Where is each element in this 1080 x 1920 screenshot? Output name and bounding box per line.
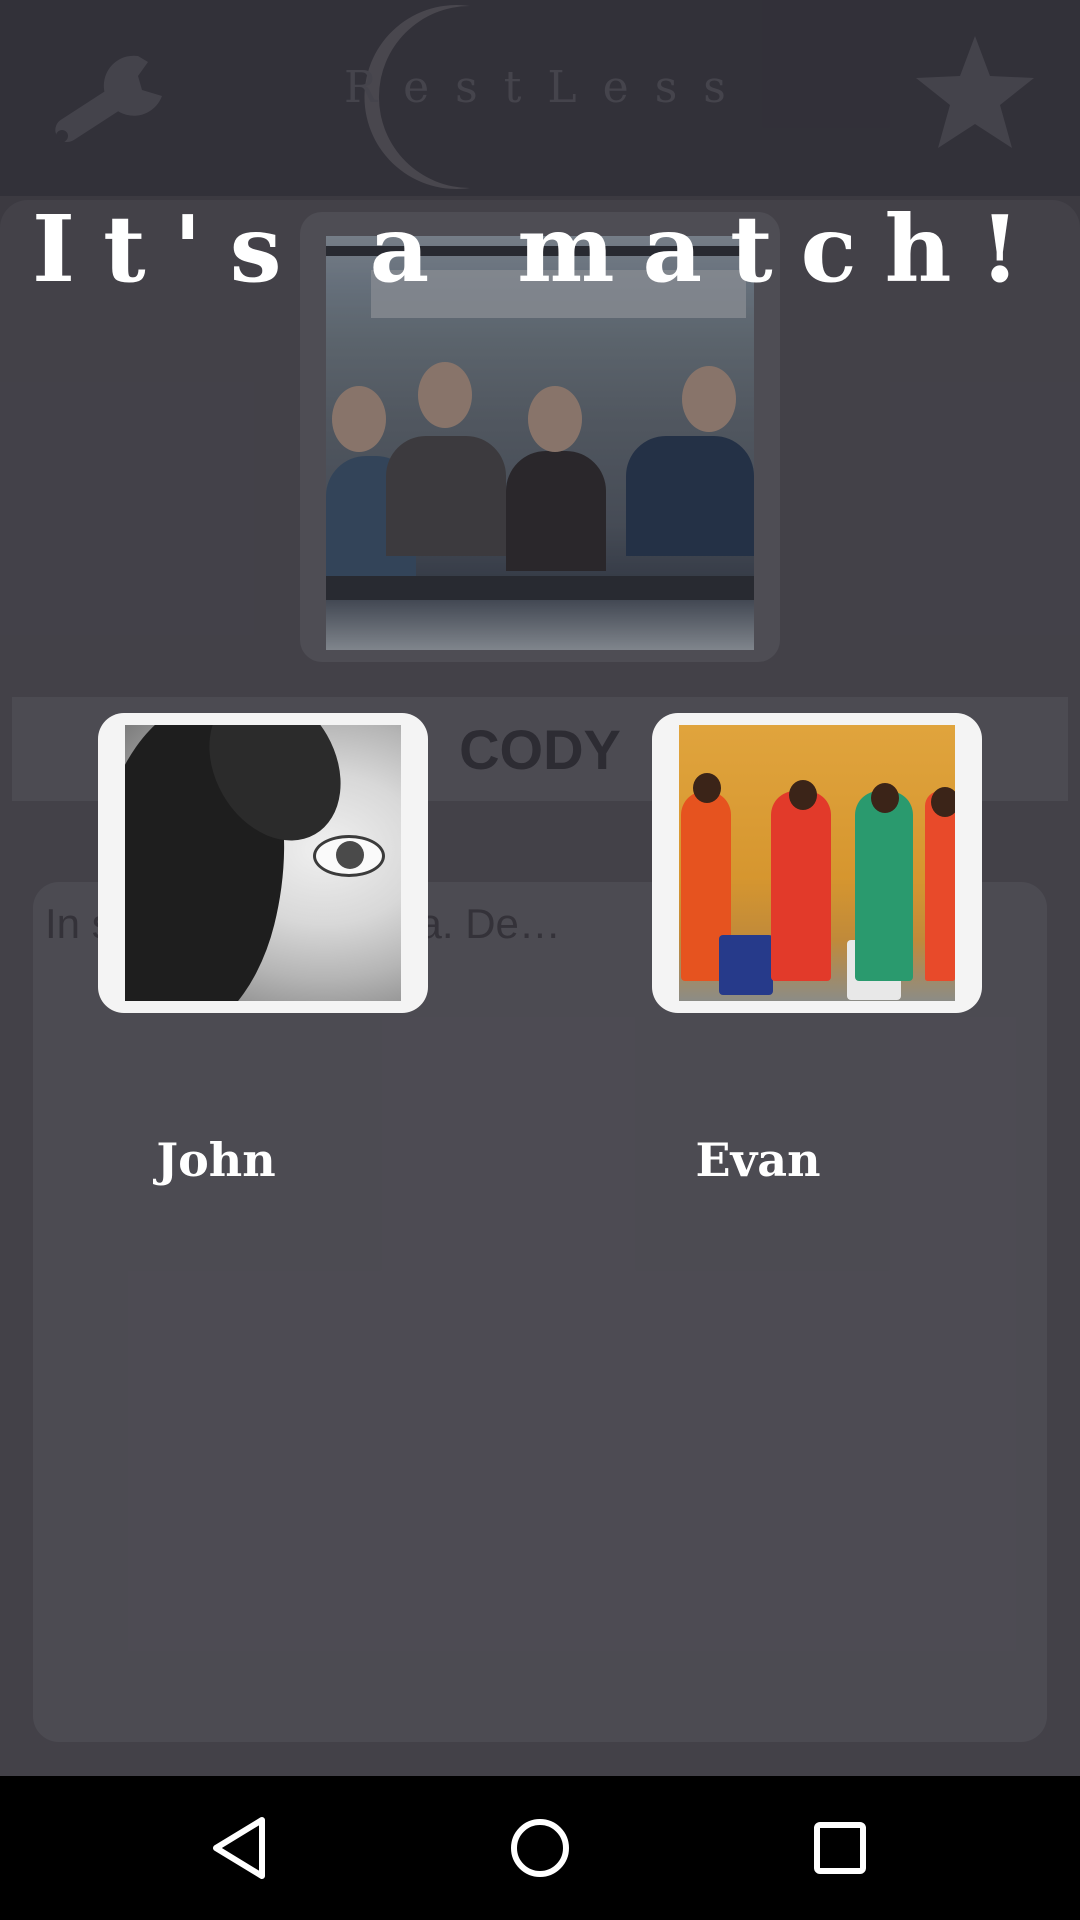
john-name: John: [156, 1133, 276, 1187]
recents-icon[interactable]: [790, 1798, 890, 1898]
photo-figure: [789, 780, 817, 810]
photo-figure: [693, 773, 721, 803]
photo-figure: [925, 791, 955, 981]
evan-avatar-card[interactable]: [652, 713, 982, 1013]
match-title: It's a match!: [32, 195, 1048, 303]
photo-eye: [313, 835, 385, 877]
portrait-photo: [125, 725, 401, 1001]
group-photo: [679, 725, 955, 1001]
photo-figure: [871, 783, 899, 813]
home-icon[interactable]: [490, 1798, 590, 1898]
john-avatar-card[interactable]: [98, 713, 428, 1013]
photo-figure: [855, 791, 913, 981]
system-nav-bar: [0, 1776, 1080, 1920]
photo-figure: [771, 791, 831, 981]
photo-iris: [336, 841, 364, 869]
evan-name: Evan: [695, 1133, 821, 1187]
photo-figure: [931, 787, 955, 817]
back-icon[interactable]: [190, 1798, 290, 1898]
photo-stool: [719, 935, 773, 995]
